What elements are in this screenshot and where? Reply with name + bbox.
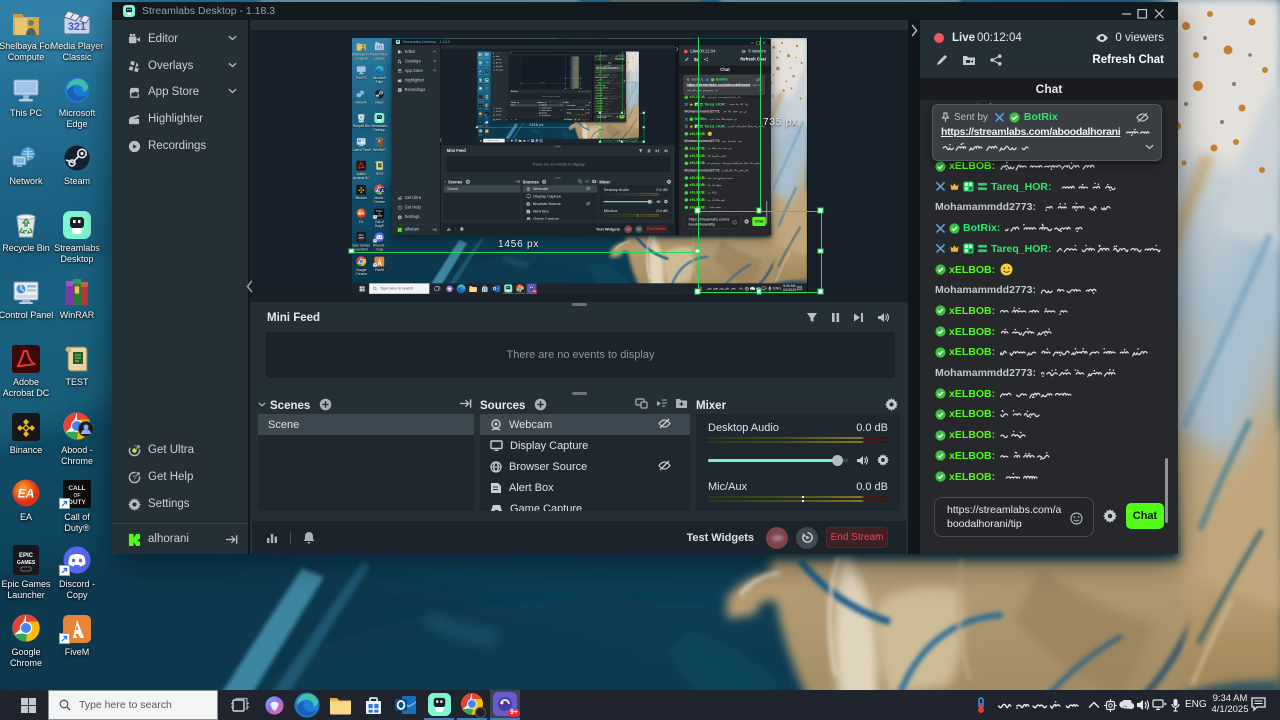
svg-text:DUTY: DUTY xyxy=(376,216,383,218)
svg-text:EPIC: EPIC xyxy=(359,235,364,237)
svg-text:GAMES: GAMES xyxy=(17,560,36,566)
svg-text:CALL: CALL xyxy=(68,485,85,492)
svg-text:EA: EA xyxy=(358,210,364,215)
svg-text:321: 321 xyxy=(376,44,383,49)
svg-text:321: 321 xyxy=(68,21,86,33)
svg-text:EPIC: EPIC xyxy=(19,553,34,559)
svg-text:EA: EA xyxy=(18,487,35,501)
svg-text:DUTY: DUTY xyxy=(68,499,86,506)
